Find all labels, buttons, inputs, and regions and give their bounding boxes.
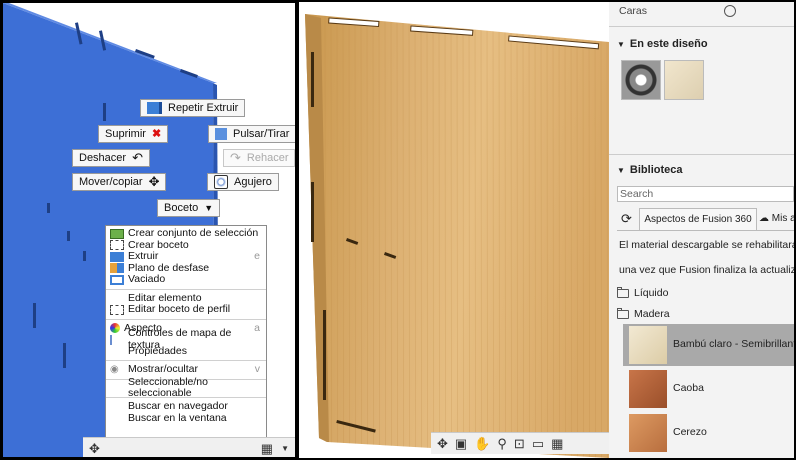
refresh-icon[interactable]: ⟳ xyxy=(621,211,632,227)
undo-arrow-icon: ↶ xyxy=(132,150,143,165)
cerezo-swatch xyxy=(629,414,667,452)
rehacer-button[interactable]: ↷ Rehacer xyxy=(223,149,295,167)
display-mode-icon[interactable]: ▭ xyxy=(532,436,544,452)
move-cross-icon[interactable]: ✥ xyxy=(89,441,100,457)
dropdown-triangle-icon: ▼ xyxy=(204,203,214,213)
hole-icon xyxy=(214,175,228,189)
orbit-icon[interactable]: ✥ xyxy=(437,436,448,452)
selection-set-icon xyxy=(110,228,124,239)
grid-icon[interactable]: ▦ xyxy=(551,436,563,452)
collapse-triangle-icon: ▼ xyxy=(617,166,625,175)
appearance-sphere-icon xyxy=(110,323,120,334)
look-at-icon[interactable]: ▣ xyxy=(455,436,467,452)
menu-item-mostrar-ocultar[interactable]: ◉ Mostrar/ocultar v xyxy=(106,363,266,376)
menu-item-seleccionable[interactable]: Seleccionable/no seleccionable xyxy=(106,376,266,399)
material-item-bambu[interactable]: Bambú claro - Semibrillante xyxy=(623,324,794,366)
repetir-extruir-button[interactable]: Repetir Extruir xyxy=(140,99,246,117)
menu-item-editar-boceto-perfil[interactable]: Editar boceto de perfil xyxy=(106,303,266,316)
shell-icon xyxy=(110,274,124,285)
menu-item-vaciado[interactable]: Vaciado xyxy=(106,273,266,286)
notice-line-2: una vez que Fusion finaliza la actualiza… xyxy=(619,264,794,276)
dropdown-triangle-icon[interactable]: ▼ xyxy=(281,444,289,453)
move-cross-icon: ✥ xyxy=(148,174,160,189)
folder-icon xyxy=(617,307,629,319)
texture-map-icon xyxy=(110,334,124,345)
tab-mis-aspectos[interactable]: ☁ Mis a xyxy=(759,208,794,229)
caras-radio[interactable] xyxy=(724,5,736,17)
deshacer-button[interactable]: Deshacer ↶ xyxy=(72,149,150,167)
biblioteca-header[interactable]: ▼ Biblioteca xyxy=(617,164,683,176)
menu-item-controles-mapa[interactable]: Controles de mapa de textura xyxy=(106,328,266,351)
press-pull-icon xyxy=(215,128,227,140)
edit-sketch-icon xyxy=(110,304,124,315)
redo-arrow-icon: ↷ xyxy=(230,150,241,165)
mover-copiar-button[interactable]: Mover/copiar ✥ xyxy=(72,173,167,191)
folder-liquido[interactable]: Líquido xyxy=(617,286,668,299)
material-item-cerezo[interactable]: Cerezo xyxy=(623,412,794,454)
steel-nut-thumbnail[interactable] xyxy=(621,60,661,100)
library-tabs: ⟳ Aspectos de Fusion 360 ☁ Mis a xyxy=(617,208,794,231)
left-viewport[interactable]: Repetir Extruir Suprimir ✖ Pulsar/Tirar … xyxy=(2,2,296,458)
mid-nav-toolbar: ✥ ▣ ✋ ⚲ ⊡ ▭ ▦ xyxy=(431,432,609,454)
extrude-icon xyxy=(110,251,124,262)
notice-line-1: El material descargable se rehabilitará xyxy=(619,239,794,251)
context-menu: Crear conjunto de selección Crear boceto… xyxy=(105,225,267,451)
wood-panel-model[interactable] xyxy=(299,2,609,458)
menu-item-extruir[interactable]: Extruir e xyxy=(106,250,266,263)
zoom-icon[interactable]: ⚲ xyxy=(497,436,507,452)
menu-item-buscar-ventana[interactable]: Buscar en la ventana xyxy=(106,412,266,425)
pulsar-tirar-button[interactable]: Pulsar/Tirar xyxy=(208,125,295,143)
material-item-caoba[interactable]: Caoba xyxy=(623,368,794,410)
cloud-icon: ☁ xyxy=(759,213,769,224)
en-este-diseno-header[interactable]: ▼ En este diseño xyxy=(617,38,708,50)
grid-icon[interactable]: ▦ xyxy=(261,441,273,457)
collapse-triangle-icon: ▼ xyxy=(617,40,625,49)
tab-aspectos-fusion[interactable]: Aspectos de Fusion 360 xyxy=(639,208,757,230)
bamboo-thumbnail[interactable] xyxy=(664,60,704,100)
sketch-icon xyxy=(110,240,124,251)
suprimir-button[interactable]: Suprimir ✖ xyxy=(98,125,169,143)
eye-icon: ◉ xyxy=(110,363,119,375)
folder-madera[interactable]: Madera xyxy=(617,307,670,320)
delete-x-icon: ✖ xyxy=(151,128,162,140)
appearance-panel: Caras ▼ En este diseño ▼ Biblioteca Search… xyxy=(609,2,794,458)
bambu-swatch xyxy=(629,326,667,364)
fit-icon[interactable]: ⊡ xyxy=(514,436,525,452)
pan-hand-icon[interactable]: ✋ xyxy=(474,436,490,452)
library-search-input[interactable]: Search xyxy=(617,186,794,202)
boceto-button[interactable]: Boceto ▼ xyxy=(157,199,221,217)
wood-viewport[interactable]: ✥ ▣ ✋ ⚲ ⊡ ▭ ▦ xyxy=(299,2,609,458)
left-nav-toolbar: ✥ ▦ ▼ xyxy=(83,437,295,457)
caoba-swatch xyxy=(629,370,667,408)
extrude-icon xyxy=(147,102,162,114)
folder-icon xyxy=(617,286,629,298)
agujero-button[interactable]: Agujero xyxy=(207,173,279,191)
offset-plane-icon xyxy=(110,263,124,274)
caras-label: Caras xyxy=(619,5,648,17)
menu-item-propiedades[interactable]: Propiedades xyxy=(106,345,266,358)
menu-item-buscar-navegador[interactable]: Buscar en navegador xyxy=(106,400,266,413)
menu-item-crear-conjunto[interactable]: Crear conjunto de selección xyxy=(106,227,266,240)
